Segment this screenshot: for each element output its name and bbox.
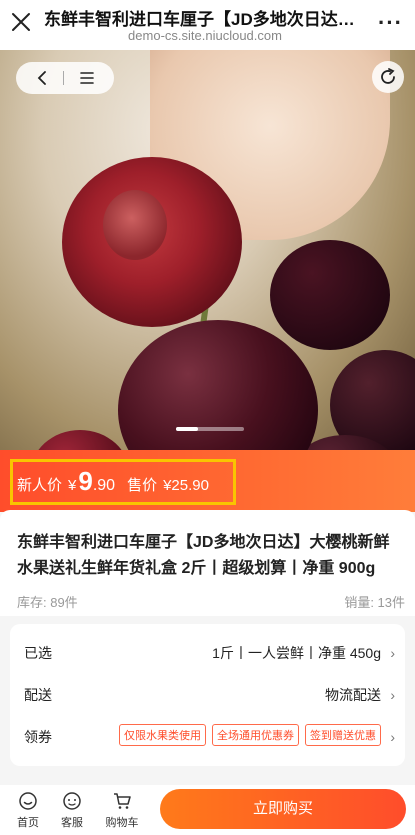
buy-now-button[interactable]: 立即购买: [160, 789, 406, 829]
selected-spec-row[interactable]: 已选 1斤丨一人尝鲜丨净重 450g ›: [10, 632, 405, 672]
bottom-action-bar: 首页 客服 购物车 立即购买: [0, 785, 415, 835]
product-name: 东鲜丰智利进口车厘子【JD多地次日达】大樱桃新鲜水果送礼生鲜年货礼盒 2斤丨超级…: [17, 534, 390, 577]
currency-symbol: ¥: [68, 477, 77, 494]
home-label: 首页: [17, 817, 39, 829]
new-user-price-integer: 9: [78, 466, 93, 496]
coupon-tag[interactable]: 仅限水果类使用: [119, 724, 206, 746]
title-bar: 东鲜丰智利进口车厘子【JD多地次日达】大樱桃新鲜水果送礼生鲜年货礼盒 demo-…: [0, 0, 415, 50]
more-menu-icon[interactable]: ···: [378, 10, 403, 36]
sale-price-label: 售价: [127, 477, 158, 494]
coupon-row[interactable]: 领券 仅限水果类使用 全场通用优惠券 签到赠送优惠 ›: [10, 716, 405, 756]
service-label: 客服: [61, 817, 83, 829]
home-nav[interactable]: 首页: [8, 791, 48, 830]
cart-label: 购物车: [105, 817, 139, 829]
customer-service-icon: [63, 792, 81, 810]
price-bar: 新人价 ¥ 9 .90 售价 ¥25.90: [0, 450, 415, 512]
page-url: demo-cs.site.niucloud.com: [128, 28, 282, 43]
selected-spec-label: 已选: [24, 645, 52, 661]
cart-nav[interactable]: 购物车: [102, 791, 142, 830]
new-user-price-decimal: .90: [92, 477, 116, 494]
carousel-indicator: [176, 427, 244, 431]
carousel-indicator-active: [176, 427, 198, 431]
cherry-pit-graphic: [103, 190, 167, 260]
coupon-tag[interactable]: 全场通用优惠券: [212, 724, 299, 746]
nav-capsule: [16, 62, 114, 94]
coupon-list: 仅限水果类使用 全场通用优惠券 签到赠送优惠: [119, 724, 381, 746]
product-info-card: 东鲜丰智利进口车厘子【JD多地次日达】大樱桃新鲜水果送礼生鲜年货礼盒 2斤丨超级…: [0, 510, 415, 616]
coupon-label: 领券: [24, 729, 52, 745]
new-user-price-label: 新人价: [17, 477, 63, 494]
back-icon[interactable]: [36, 71, 48, 85]
delivery-label: 配送: [24, 687, 52, 703]
stock-count: 库存: 89件: [17, 595, 78, 610]
coupon-tag[interactable]: 签到赠送优惠: [305, 724, 381, 746]
delivery-row[interactable]: 配送 物流配送 ›: [10, 674, 405, 714]
chevron-right-icon: ›: [390, 729, 395, 745]
share-icon[interactable]: [372, 61, 404, 93]
sale-price-value: ¥25.90: [163, 477, 209, 494]
selected-spec-value: 1斤丨一人尝鲜丨净重 450g: [212, 645, 381, 661]
cherry-graphic: [30, 430, 130, 450]
product-options-card: 已选 1斤丨一人尝鲜丨净重 450g › 配送 物流配送 › 领券 仅限水果类使…: [10, 624, 405, 766]
home-icon: [19, 792, 37, 810]
chevron-right-icon: ›: [390, 645, 395, 661]
page-title: 东鲜丰智利进口车厘子【JD多地次日达】大樱桃新鲜水果送礼生鲜年货礼盒: [44, 10, 366, 29]
close-icon[interactable]: [10, 11, 32, 33]
delivery-value: 物流配送: [325, 687, 381, 703]
cart-icon: [114, 793, 131, 809]
service-nav[interactable]: 客服: [52, 791, 92, 830]
sales-count: 销量: 13件: [344, 595, 405, 610]
capsule-divider: [63, 71, 65, 85]
chevron-right-icon: ›: [390, 687, 395, 703]
cherry-graphic: [270, 240, 390, 350]
price-row: 新人价 ¥ 9 .90 售价 ¥25.90: [17, 466, 209, 497]
menu-icon[interactable]: [80, 72, 94, 84]
product-image-carousel[interactable]: [0, 50, 415, 450]
